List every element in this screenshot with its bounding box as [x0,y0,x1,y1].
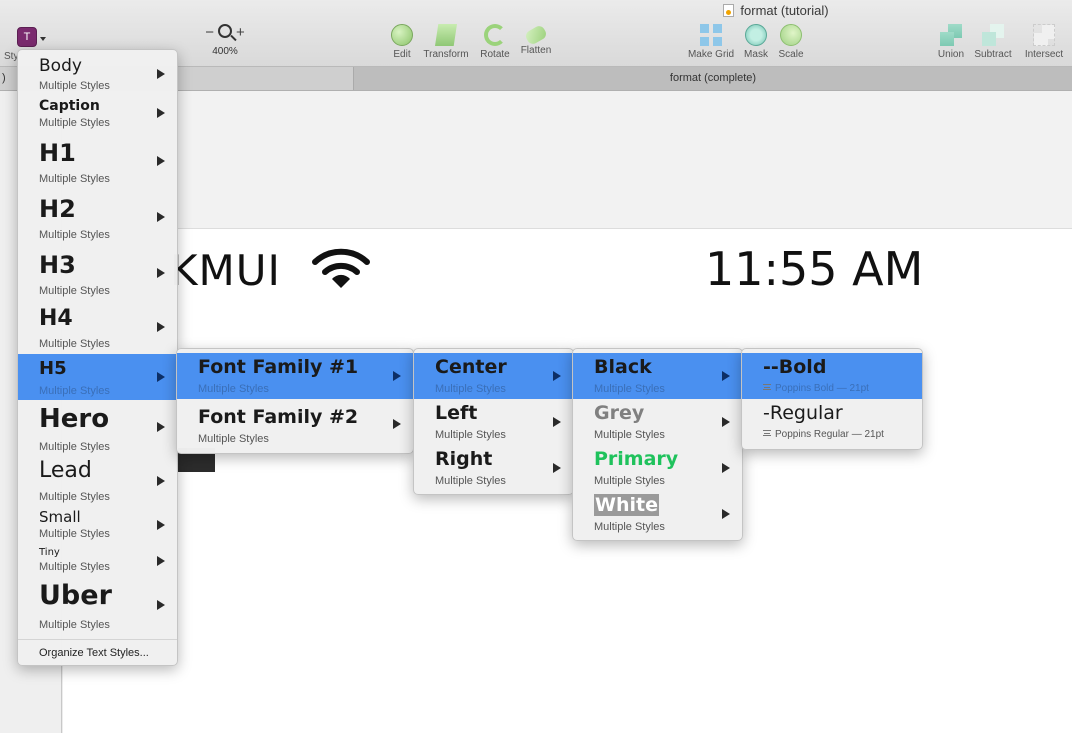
menu-item-center[interactable]: Center Multiple Styles [414,353,573,399]
chevron-right-icon [157,69,165,79]
window-title: format (tutorial) [0,3,1072,18]
menu-item-h4[interactable]: H4 Multiple Styles [18,302,177,354]
rotate-icon [484,24,506,46]
chevron-right-icon [722,509,730,519]
chevron-right-icon [393,419,401,429]
status-bar-time: 11:55 AM [705,242,924,296]
text-style-icon [763,430,771,436]
chevron-down-icon[interactable] [40,37,46,41]
menu-item-h2[interactable]: H2 Multiple Styles [18,190,177,246]
font-family-submenu: Font Family #1 Multiple Styles Font Fami… [176,348,414,454]
zoom-level: 400% [212,46,238,57]
app-window: { "window": {"title": "format (tutorial)… [0,0,1072,733]
chevron-right-icon [553,371,561,381]
status-bar-carrier: KMUI [170,246,281,295]
transform-icon [435,24,457,46]
text-styles-button[interactable]: T [17,27,37,47]
chevron-right-icon [157,520,165,530]
menu-item-regular[interactable]: -Regular Poppins Regular — 21pt [742,399,922,445]
chevron-right-icon [722,463,730,473]
menu-item-h5[interactable]: H5 Multiple Styles [18,354,177,400]
wifi-icon [312,248,370,288]
menu-item-primary[interactable]: Primary Multiple Styles [573,445,742,491]
menu-item-white[interactable]: White Multiple Styles [573,491,742,537]
menu-item-caption[interactable]: Caption Multiple Styles [18,94,177,134]
make-grid-button[interactable]: Make Grid [685,24,737,60]
menu-item-h3[interactable]: H3 Multiple Styles [18,246,177,302]
weight-submenu: --Bold Poppins Bold — 21pt -Regular Popp… [741,348,923,450]
zoom-in-button[interactable]: + [236,24,245,41]
menu-item-body[interactable]: Body Multiple Styles [18,50,177,94]
chevron-right-icon [157,372,165,382]
menu-item-h1[interactable]: H1 Multiple Styles [18,134,177,190]
menu-item-font-family-2[interactable]: Font Family #2 Multiple Styles [177,403,413,449]
magnifier-icon[interactable] [218,24,232,38]
chevron-right-icon [393,371,401,381]
subtract-button[interactable]: Subtract [971,24,1015,60]
menu-item-hero[interactable]: Hero Multiple Styles [18,400,177,454]
zoom-out-button[interactable]: − [205,24,214,41]
chevron-right-icon [157,600,165,610]
chevron-right-icon [157,476,165,486]
chevron-right-icon [722,417,730,427]
chevron-right-icon [553,463,561,473]
text-styles-menu: Body Multiple Styles Caption Multiple St… [17,49,178,666]
alignment-submenu: Center Multiple Styles Left Multiple Sty… [413,348,574,495]
transform-button[interactable]: Transform [422,24,470,60]
menu-item-bold[interactable]: --Bold Poppins Bold — 21pt [742,353,922,399]
menu-separator [18,639,177,640]
chevron-right-icon [157,108,165,118]
intersect-icon [1033,24,1055,46]
make-grid-icon [700,24,722,46]
flatten-icon [523,23,549,47]
rotate-button[interactable]: Rotate [478,24,512,60]
edit-button[interactable]: Edit [389,24,415,60]
chevron-right-icon [157,422,165,432]
mask-button[interactable]: Mask [742,24,770,60]
intersect-button[interactable]: Intersect [1020,24,1068,60]
mask-icon [745,24,767,46]
tab-format-complete[interactable]: format (complete) [354,67,1072,90]
subtract-icon [982,24,1004,46]
menu-item-font-family-1[interactable]: Font Family #1 Multiple Styles [177,353,413,399]
text-style-icon [763,384,771,390]
menu-item-grey[interactable]: Grey Multiple Styles [573,399,742,445]
scale-icon [780,24,802,46]
color-submenu: Black Multiple Styles Grey Multiple Styl… [572,348,743,541]
menu-item-uber[interactable]: Uber Multiple Styles [18,576,177,636]
menu-item-right[interactable]: Right Multiple Styles [414,445,573,491]
menu-item-lead[interactable]: Lead Multiple Styles [18,454,177,503]
chevron-right-icon [157,268,165,278]
menu-item-black[interactable]: Black Multiple Styles [573,353,742,399]
flatten-button[interactable]: Flatten [519,23,553,56]
chevron-right-icon [722,371,730,381]
scale-button[interactable]: Scale [776,24,806,60]
edit-icon [391,24,413,46]
zoom-control: − + 400% [196,24,254,57]
union-icon [940,24,962,46]
menu-item-small[interactable]: Small Multiple Styles [18,502,177,542]
chevron-right-icon [157,212,165,222]
menu-item-left[interactable]: Left Multiple Styles [414,399,573,445]
union-button[interactable]: Union [935,24,967,60]
chevron-right-icon [157,156,165,166]
document-icon [723,4,735,17]
menu-item-tiny[interactable]: Tiny Multiple Styles [18,542,177,576]
chevron-right-icon [553,417,561,427]
chevron-right-icon [157,556,165,566]
chevron-right-icon [157,322,165,332]
organize-text-styles-item[interactable]: Organize Text Styles... [39,647,149,659]
